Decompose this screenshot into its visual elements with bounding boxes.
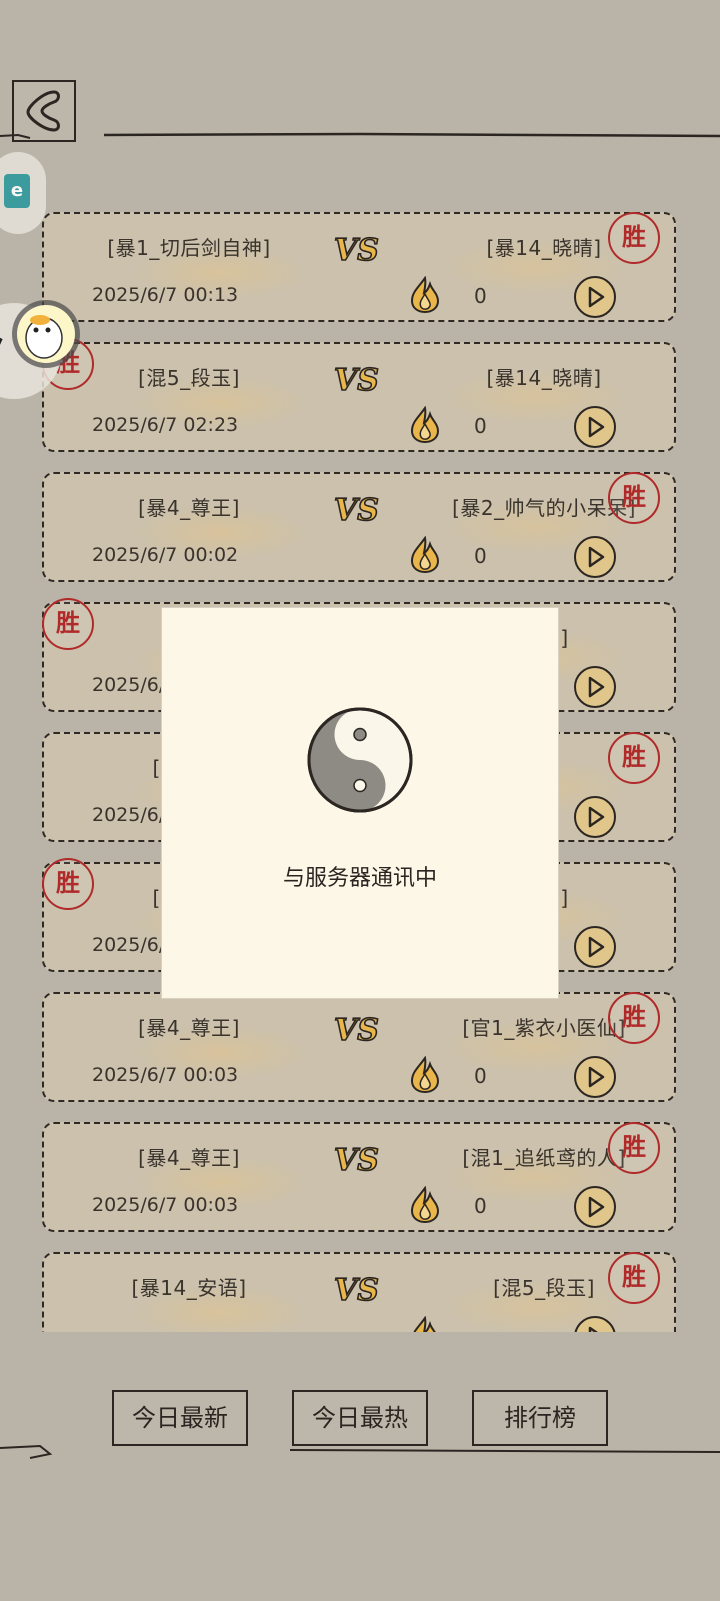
floating-duck-widget[interactable] <box>0 294 88 408</box>
play-icon <box>588 416 605 438</box>
taiji-icon <box>307 707 413 813</box>
app-badge-icon: e <box>4 174 30 208</box>
replay-button[interactable] <box>574 1316 616 1332</box>
header-divider <box>0 132 720 139</box>
win-stamp: 胜 <box>608 1252 660 1304</box>
win-stamp: 胜 <box>42 598 94 650</box>
vs-label: VS <box>334 493 379 528</box>
vs-label: VS <box>334 233 379 268</box>
player-left-name: [暴1_切后剑自神] <box>107 236 271 260</box>
play-icon <box>588 286 605 308</box>
match-card[interactable]: [暴4_尊王] VS [暴2_帅气的小呆呆] 2025/6/7 00:02 0 胜 <box>42 472 676 582</box>
vs-icon: VS <box>333 362 380 398</box>
heat-count: 0 <box>474 414 487 438</box>
vs-label: VS <box>334 1143 379 1178</box>
heat-count: 0 <box>474 284 487 308</box>
tab-today-hottest[interactable]: 今日最热 <box>292 1390 428 1446</box>
loading-dialog: 与服务器通讯中 <box>162 608 558 998</box>
floating-app-widget[interactable]: e <box>0 152 46 234</box>
match-time: 2025/6/7 02:23 <box>92 414 239 436</box>
match-history-screen: VS2025/6/7 00:170[暴1_切后剑自神]VS[暴14_晓晴]202… <box>0 0 720 1601</box>
match-card[interactable]: [暴4_尊王] VS [官1_紫衣小医仙] 2025/6/7 00:03 0 胜 <box>42 992 676 1102</box>
vs-label: VS <box>334 1273 379 1308</box>
fire-icon <box>413 1316 436 1332</box>
vs-icon: VS <box>333 232 380 268</box>
loading-message: 与服务器通讯中 <box>282 866 437 891</box>
win-stamp: 胜 <box>608 992 660 1044</box>
replay-button[interactable] <box>574 666 616 708</box>
win-stamp: 胜 <box>608 472 660 524</box>
replay-button[interactable] <box>574 1186 616 1228</box>
play-icon <box>588 676 605 698</box>
vs-icon: VS <box>333 1272 380 1308</box>
duck-avatar-icon <box>0 300 80 399</box>
play-icon <box>588 806 605 828</box>
player-left-name: [暴4_尊王] <box>138 1016 240 1040</box>
match-card[interactable]: [暴1_切后剑自神] VS [暴14_晓晴] 2025/6/7 00:13 0 胜 <box>42 212 676 322</box>
win-stamp: 胜 <box>608 1122 660 1174</box>
replay-button[interactable] <box>574 796 616 838</box>
fire-icon <box>410 1186 440 1224</box>
tab-today-newest[interactable]: 今日最新 <box>112 1390 248 1446</box>
play-icon <box>588 546 605 568</box>
footer-divider <box>0 1444 720 1459</box>
player-left-name: [暴14_安语] <box>131 1276 247 1300</box>
win-stamp: 胜 <box>608 212 660 264</box>
player-left-name: [暴4_尊王] <box>138 496 240 520</box>
fire-icon <box>410 276 440 314</box>
match-time: 2025/6/7 00:02 <box>92 544 239 566</box>
match-time: 2025/6/ <box>92 674 166 696</box>
match-time: 2025/6/7 00:03 <box>92 1064 239 1086</box>
vs-icon: VS <box>333 1142 380 1178</box>
heat-count: 0 <box>474 544 487 568</box>
fire-icon <box>410 406 440 444</box>
vs-icon: VS <box>333 492 380 528</box>
player-left-name: [暴4_尊王] <box>138 1146 240 1170</box>
heat-count: 0 <box>474 1194 487 1218</box>
play-icon <box>588 1066 605 1088</box>
play-icon <box>588 936 605 958</box>
fire-icon <box>410 536 440 574</box>
vs-label: VS <box>334 1013 379 1048</box>
replay-button[interactable] <box>574 406 616 448</box>
win-stamp: 胜 <box>42 858 94 910</box>
tab-leaderboard[interactable]: 排行榜 <box>472 1390 608 1446</box>
heat-count: 0 <box>474 1064 487 1088</box>
match-time: 2025/6/7 00:13 <box>92 284 239 306</box>
match-card[interactable]: [暴14_安语] VS [混5_段玉] 胜 <box>42 1252 676 1332</box>
vs-icon: VS <box>333 1012 380 1048</box>
play-icon <box>588 1196 605 1218</box>
replay-button[interactable] <box>574 536 616 578</box>
win-stamp: 胜 <box>608 732 660 784</box>
match-time: 2025/6/7 00:03 <box>92 1194 239 1216</box>
replay-button[interactable] <box>574 926 616 968</box>
vs-label: VS <box>334 363 379 398</box>
match-card[interactable]: [混5_段玉] VS [暴14_晓晴] 2025/6/7 02:23 0 胜 <box>42 338 676 452</box>
replay-button[interactable] <box>574 1056 616 1098</box>
replay-button[interactable] <box>574 276 616 318</box>
match-card[interactable]: [暴4_尊王] VS [混1_追纸鸢的人] 2025/6/7 00:03 0 胜 <box>42 1122 676 1232</box>
play-icon <box>588 1326 598 1332</box>
match-time: 2025/6/ <box>92 804 166 826</box>
fire-icon <box>410 1056 440 1094</box>
player-right-name: [暴14_晓晴] <box>486 366 602 390</box>
match-time: 2025/6/ <box>92 934 166 956</box>
